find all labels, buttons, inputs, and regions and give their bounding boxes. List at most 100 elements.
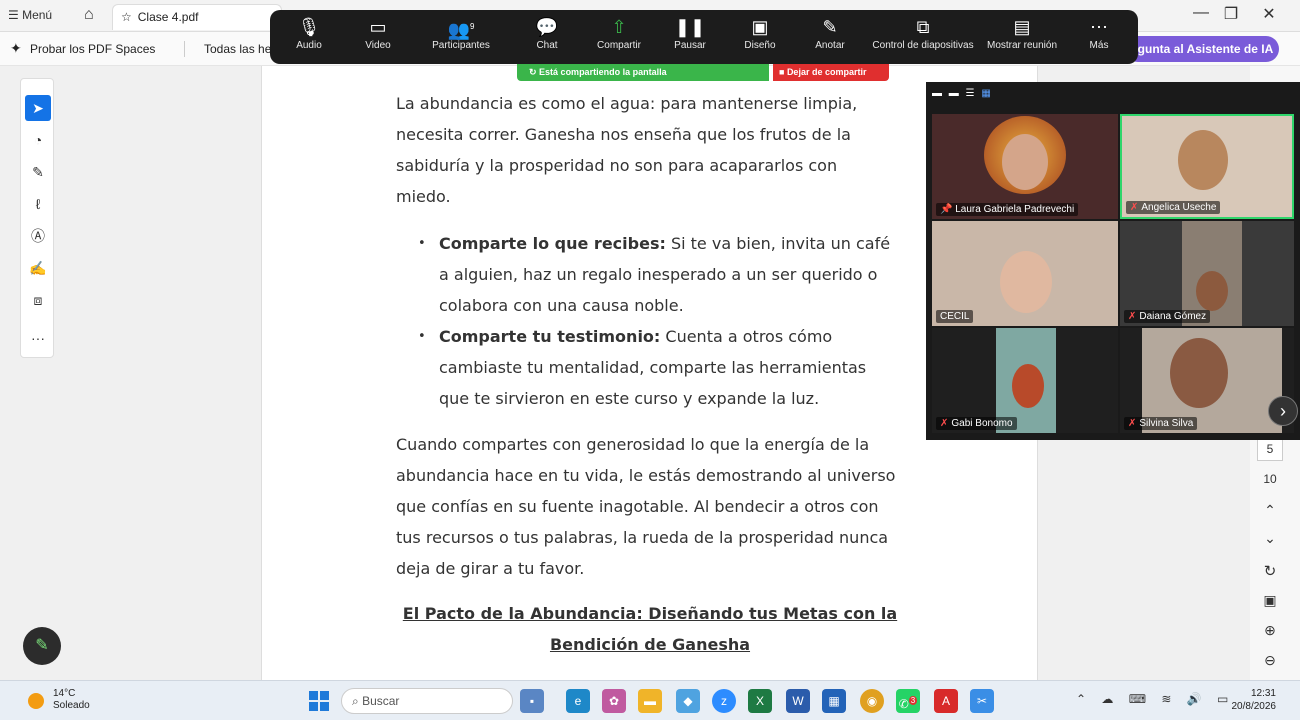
- grid-view-icon[interactable]: ▦: [981, 88, 992, 99]
- start-button[interactable]: [309, 691, 329, 711]
- participant-face: [1000, 251, 1052, 313]
- try-pdf-spaces-link[interactable]: Probar los PDF Spaces: [30, 42, 155, 56]
- page-up-icon[interactable]: ⌃: [1257, 502, 1283, 526]
- audio-button[interactable]: 🎙 Audio: [294, 16, 324, 51]
- select-tool-icon[interactable]: ➤: [25, 95, 51, 121]
- close-window-button[interactable]: ✕: [1254, 4, 1284, 24]
- page-fit-icon[interactable]: ▣: [1257, 592, 1283, 616]
- participant-tile[interactable]: 📌 Laura Gabriela Padrevechi: [932, 114, 1118, 219]
- star-icon[interactable]: ☆: [121, 10, 132, 24]
- draw-tool-icon[interactable]: ℓ: [25, 191, 51, 217]
- participant-tile[interactable]: ✗ Daiana Gómez: [1120, 221, 1294, 326]
- pause-share-button[interactable]: ❚❚ Pausar: [672, 16, 708, 51]
- zoom-in-icon[interactable]: ⊕: [1257, 622, 1283, 646]
- participant-name: ✗ Angelica Useche: [1126, 201, 1221, 214]
- edge-icon[interactable]: e: [566, 689, 590, 713]
- show-meeting-icon: ▤: [1013, 17, 1031, 37]
- refresh-icon[interactable]: ↻: [1257, 562, 1283, 586]
- slide-control-button[interactable]: ⧉ Control de diapositivas: [868, 16, 978, 51]
- participant-tile-active-speaker[interactable]: ✗ Angelica Useche: [1120, 114, 1294, 219]
- acrobat-icon[interactable]: A: [934, 689, 958, 713]
- layout-button[interactable]: ▣ Diseño: [740, 16, 780, 51]
- minimize-button[interactable]: —: [1186, 4, 1216, 22]
- bullet-item: Comparte lo que recibes: Si te va bien, …: [418, 228, 898, 321]
- whatsapp-icon[interactable]: ✆ 3: [896, 689, 920, 713]
- page-down-icon[interactable]: ⌄: [1257, 530, 1283, 554]
- participant-face: [1196, 271, 1228, 311]
- spaces-icon: ✦: [10, 40, 22, 56]
- ai-assistant-button[interactable]: egunta al Asistente de IA: [1125, 36, 1279, 62]
- stop-icon: ■: [779, 67, 787, 77]
- zoom-app-icon[interactable]: z: [712, 689, 736, 713]
- more-tools-icon[interactable]: ···: [25, 325, 51, 351]
- tab-clase-4[interactable]: ☆ Clase 4.pdf: [112, 4, 282, 30]
- pause-icon: ❚❚: [674, 17, 706, 37]
- more-icon: ⋯: [1090, 17, 1108, 37]
- app-icon[interactable]: ◆: [676, 689, 700, 713]
- text-tool-icon[interactable]: Ⓐ: [25, 223, 51, 249]
- more-button[interactable]: ⋯ Más: [1084, 16, 1114, 51]
- zoom-out-icon[interactable]: ⊖: [1257, 652, 1283, 676]
- participant-face: [1012, 364, 1044, 408]
- menu-button[interactable]: ☰ Menú: [8, 8, 52, 22]
- sharing-banner: ↻ Está compartiendo la pantalla ■ Dejar …: [517, 64, 889, 81]
- highlight-tool-icon[interactable]: ✎: [25, 159, 51, 185]
- sharing-status[interactable]: ↻ Está compartiendo la pantalla: [517, 64, 769, 81]
- excel-icon[interactable]: X: [748, 689, 772, 713]
- weather-widget[interactable]: 14°C Soleado: [53, 688, 90, 712]
- chrome-icon[interactable]: ◉: [860, 689, 884, 713]
- participant-name: ✗ Daiana Gómez: [1124, 310, 1211, 323]
- pencil-icon: ✎: [822, 17, 838, 37]
- layout-icon: ▣: [751, 17, 769, 37]
- share-button[interactable]: ⇧ Compartir: [594, 16, 644, 51]
- snipping-tool-icon[interactable]: ✂: [970, 689, 994, 713]
- sun-icon[interactable]: [28, 693, 44, 709]
- sign-tool-icon[interactable]: ✍: [25, 255, 51, 281]
- search-icon: ⌕: [352, 694, 363, 708]
- screenshot-tool-icon[interactable]: ⧈: [25, 287, 51, 313]
- left-tool-rail: ➤ ◔ ✎ ℓ Ⓐ ✍ ⧈ ···: [20, 78, 54, 358]
- share-screen-icon: ⇧: [611, 17, 627, 37]
- file-explorer-icon[interactable]: ▬: [638, 689, 662, 713]
- taskbar-search[interactable]: ⌕ Buscar: [341, 688, 513, 714]
- comment-tool-icon[interactable]: ◔: [25, 127, 51, 153]
- chat-icon: 💬: [535, 17, 559, 37]
- participant-tile[interactable]: ✗ Silvina Silva: [1120, 328, 1294, 433]
- muted-mic-icon: ✗: [1128, 418, 1137, 429]
- annotate-button[interactable]: ✎ Anotar: [812, 16, 848, 51]
- stop-sharing-button[interactable]: ■ Dejar de compartir: [773, 64, 889, 81]
- copilot-icon[interactable]: ✿: [602, 689, 626, 713]
- show-meeting-button[interactable]: ▤ Mostrar reunión: [982, 16, 1062, 51]
- system-tray[interactable]: ⌃ ☁ ⌨ ≋ 🔊 ▭: [1076, 692, 1234, 706]
- task-view-icon[interactable]: ▪: [520, 689, 544, 713]
- microphone-icon: 🎙: [297, 17, 321, 37]
- participant-tile[interactable]: ✗ Gabi Bonomo: [932, 328, 1118, 433]
- participant-name: CECIL: [936, 310, 974, 323]
- gallery-view-controls[interactable]: ▬ ▬ ☰ ▦: [932, 88, 993, 99]
- bullet-bold: Comparte tu testimonio:: [439, 327, 661, 346]
- participant-face: [1178, 130, 1228, 190]
- muted-mic-icon: ✗: [940, 418, 949, 429]
- store-icon[interactable]: ▦: [822, 689, 846, 713]
- zoom-meeting-toolbar: 🎙 Audio ▭ Video 👥9 Participantes 💬 Chat ⇧ Com…: [270, 10, 1138, 64]
- participant-face: [1002, 134, 1048, 190]
- restore-button[interactable]: ❐: [1216, 4, 1246, 24]
- edit-pencil-button[interactable]: ✎: [23, 627, 61, 665]
- clock[interactable]: 12:31 20/8/2026: [1226, 687, 1277, 713]
- participants-button[interactable]: 👥9 Participantes: [426, 16, 496, 51]
- participant-name: 📌 Laura Gabriela Padrevechi: [936, 203, 1079, 216]
- home-icon[interactable]: ⌂: [84, 6, 94, 24]
- video-button[interactable]: ▭ Video: [360, 16, 396, 51]
- participant-name: ✗ Silvina Silva: [1124, 417, 1198, 430]
- page-number-current[interactable]: 5: [1257, 437, 1283, 461]
- all-tools-link[interactable]: Todas las her: [204, 42, 275, 56]
- word-icon[interactable]: W: [786, 689, 810, 713]
- next-page-gallery-icon[interactable]: ›: [1268, 396, 1298, 426]
- section-heading: El Pacto de la Abundancia: Diseñando tus…: [402, 604, 898, 654]
- participant-tile[interactable]: CECIL: [932, 221, 1118, 326]
- chat-button[interactable]: 💬 Chat: [532, 16, 562, 51]
- tab-title: Clase 4.pdf: [137, 10, 199, 24]
- windows-taskbar: 14°C Soleado ⌕ Buscar ▪ e ✿ ▬ ◆ z X W ▦ ◉…: [0, 680, 1300, 720]
- bullet-item: Comparte tu testimonio: Cuenta a otros c…: [418, 321, 898, 414]
- bullet-list: Comparte lo que recibes: Si te va bien, …: [418, 228, 898, 414]
